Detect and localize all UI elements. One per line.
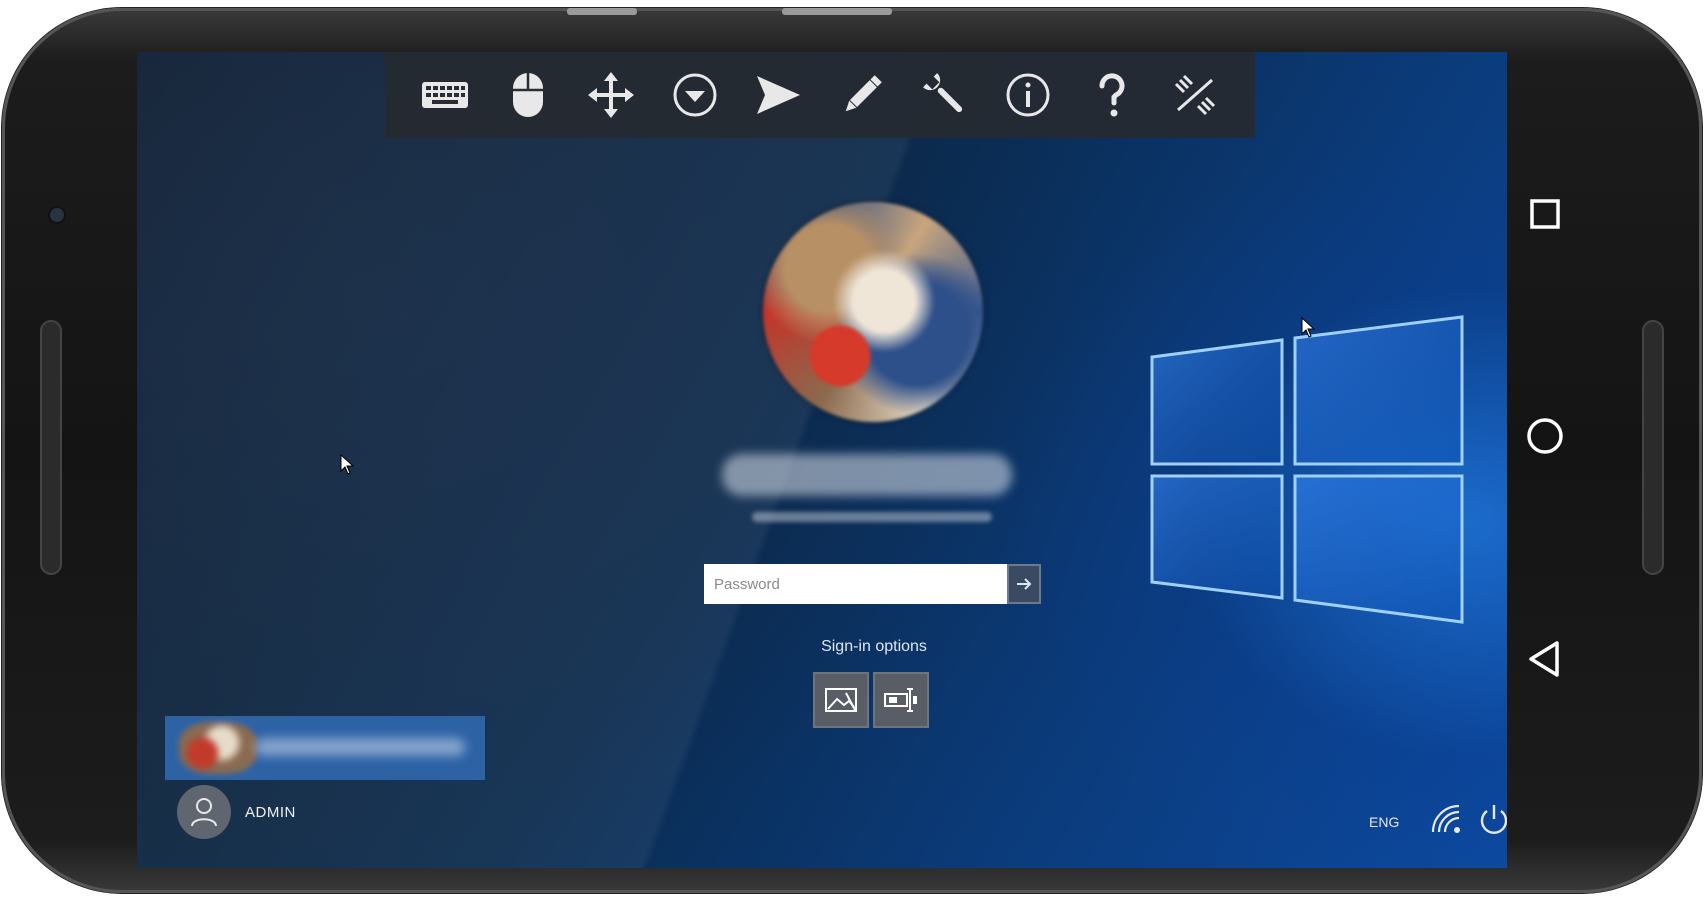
keyboard-button[interactable] xyxy=(415,65,475,125)
help-button[interactable] xyxy=(1082,65,1142,125)
remote-screen[interactable]: Sign-in options ADMIN ENG xyxy=(137,52,1507,868)
language-indicator[interactable]: ENG xyxy=(1369,814,1399,830)
recent-apps-icon xyxy=(1530,199,1560,229)
keyboard-icon xyxy=(421,82,468,108)
mouse-cursor-icon xyxy=(340,454,355,475)
dropdown-button[interactable] xyxy=(665,65,725,125)
admin-user-name: ADMIN xyxy=(245,803,296,821)
wrench-icon xyxy=(923,73,963,113)
phone-button-top-left xyxy=(567,8,637,15)
user-name-blurred xyxy=(722,454,1012,496)
mouse-icon xyxy=(513,73,544,117)
password-input[interactable] xyxy=(704,564,1007,604)
mouse-cursor-icon xyxy=(1301,317,1316,338)
back-icon xyxy=(1529,641,1559,677)
move-button[interactable] xyxy=(581,65,641,125)
security-key-option[interactable] xyxy=(873,672,929,728)
password-row xyxy=(704,564,1041,604)
disconnect-button[interactable] xyxy=(1165,65,1225,125)
remote-toolbar xyxy=(385,52,1255,138)
recent-apps-button[interactable] xyxy=(1522,191,1568,237)
picture-password-icon xyxy=(825,688,857,712)
phone-speaker-left xyxy=(40,320,62,575)
selected-user-tile[interactable] xyxy=(165,716,485,780)
home-icon xyxy=(1527,418,1563,454)
user-avatar xyxy=(763,202,983,422)
signin-options-link[interactable]: Sign-in options xyxy=(707,638,1041,656)
draw-button[interactable] xyxy=(832,65,892,125)
send-button[interactable] xyxy=(748,65,808,125)
info-button[interactable] xyxy=(998,65,1058,125)
phone-speaker-right xyxy=(1642,320,1664,575)
info-icon xyxy=(1006,73,1050,117)
phone-frame: Sign-in options ADMIN ENG xyxy=(2,8,1702,893)
back-button[interactable] xyxy=(1522,636,1568,682)
front-camera xyxy=(50,208,64,222)
disconnect-icon xyxy=(1175,74,1216,116)
admin-user-tile[interactable]: ADMIN xyxy=(177,784,296,840)
dropdown-circle-icon xyxy=(673,73,717,117)
selected-user-avatar xyxy=(179,722,257,774)
security-key-icon xyxy=(884,688,917,712)
selected-user-name-blurred xyxy=(255,738,465,756)
phone-button-top-right xyxy=(782,8,892,15)
settings-button[interactable] xyxy=(915,65,975,125)
home-button[interactable] xyxy=(1522,413,1568,459)
mouse-button[interactable] xyxy=(498,65,558,125)
arrow-right-icon xyxy=(1017,578,1032,590)
help-icon xyxy=(1099,73,1125,117)
windows-logo xyxy=(1150,315,1464,624)
pencil-icon xyxy=(845,75,882,112)
power-icon[interactable] xyxy=(1477,802,1507,836)
send-icon xyxy=(757,76,801,114)
network-icon[interactable] xyxy=(1429,802,1463,836)
person-icon xyxy=(191,798,217,827)
submit-button[interactable] xyxy=(1007,564,1041,604)
admin-avatar xyxy=(177,785,231,839)
move-arrows-icon xyxy=(588,72,635,118)
signin-options xyxy=(813,672,929,728)
user-email-blurred xyxy=(752,512,992,522)
picture-password-option[interactable] xyxy=(813,672,869,728)
